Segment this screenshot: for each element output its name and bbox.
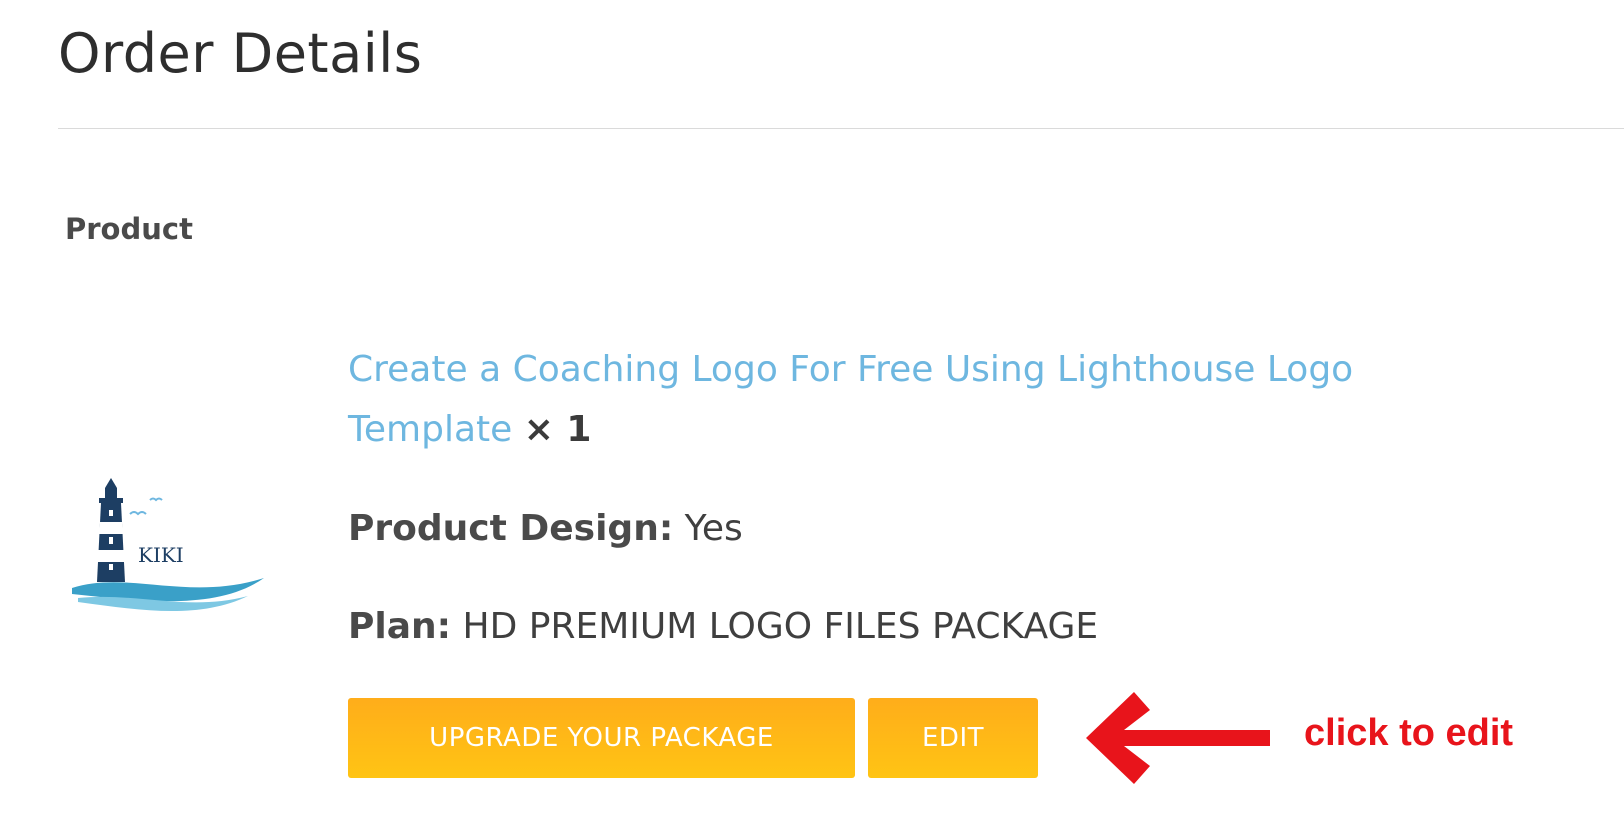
plan-label: Plan:	[348, 606, 452, 647]
product-name-line: Create a Coaching Logo For Free Using Li…	[348, 340, 1498, 460]
product-design-row: Product Design: Yes	[348, 508, 743, 549]
plan-row: Plan: HD PREMIUM LOGO FILES PACKAGE	[348, 606, 1098, 647]
page-title: Order Details	[58, 22, 423, 85]
product-thumbnail[interactable]: KIKI	[68, 470, 270, 640]
product-column-header: Product	[65, 212, 193, 246]
edit-button[interactable]: EDIT	[868, 698, 1038, 778]
arrow-left-icon	[1086, 692, 1270, 784]
product-design-label: Product Design:	[348, 508, 674, 549]
product-link[interactable]: Create a Coaching Logo For Free Using Li…	[348, 349, 1353, 450]
title-divider	[58, 128, 1624, 129]
product-quantity: × 1	[523, 409, 592, 450]
product-design-value: Yes	[684, 508, 743, 549]
plan-value: HD PREMIUM LOGO FILES PACKAGE	[462, 606, 1099, 647]
upgrade-package-button[interactable]: UPGRADE YOUR PACKAGE	[348, 698, 855, 778]
annotation-text: click to edit	[1304, 712, 1514, 754]
thumbnail-brand-text: KIKI	[138, 543, 184, 567]
